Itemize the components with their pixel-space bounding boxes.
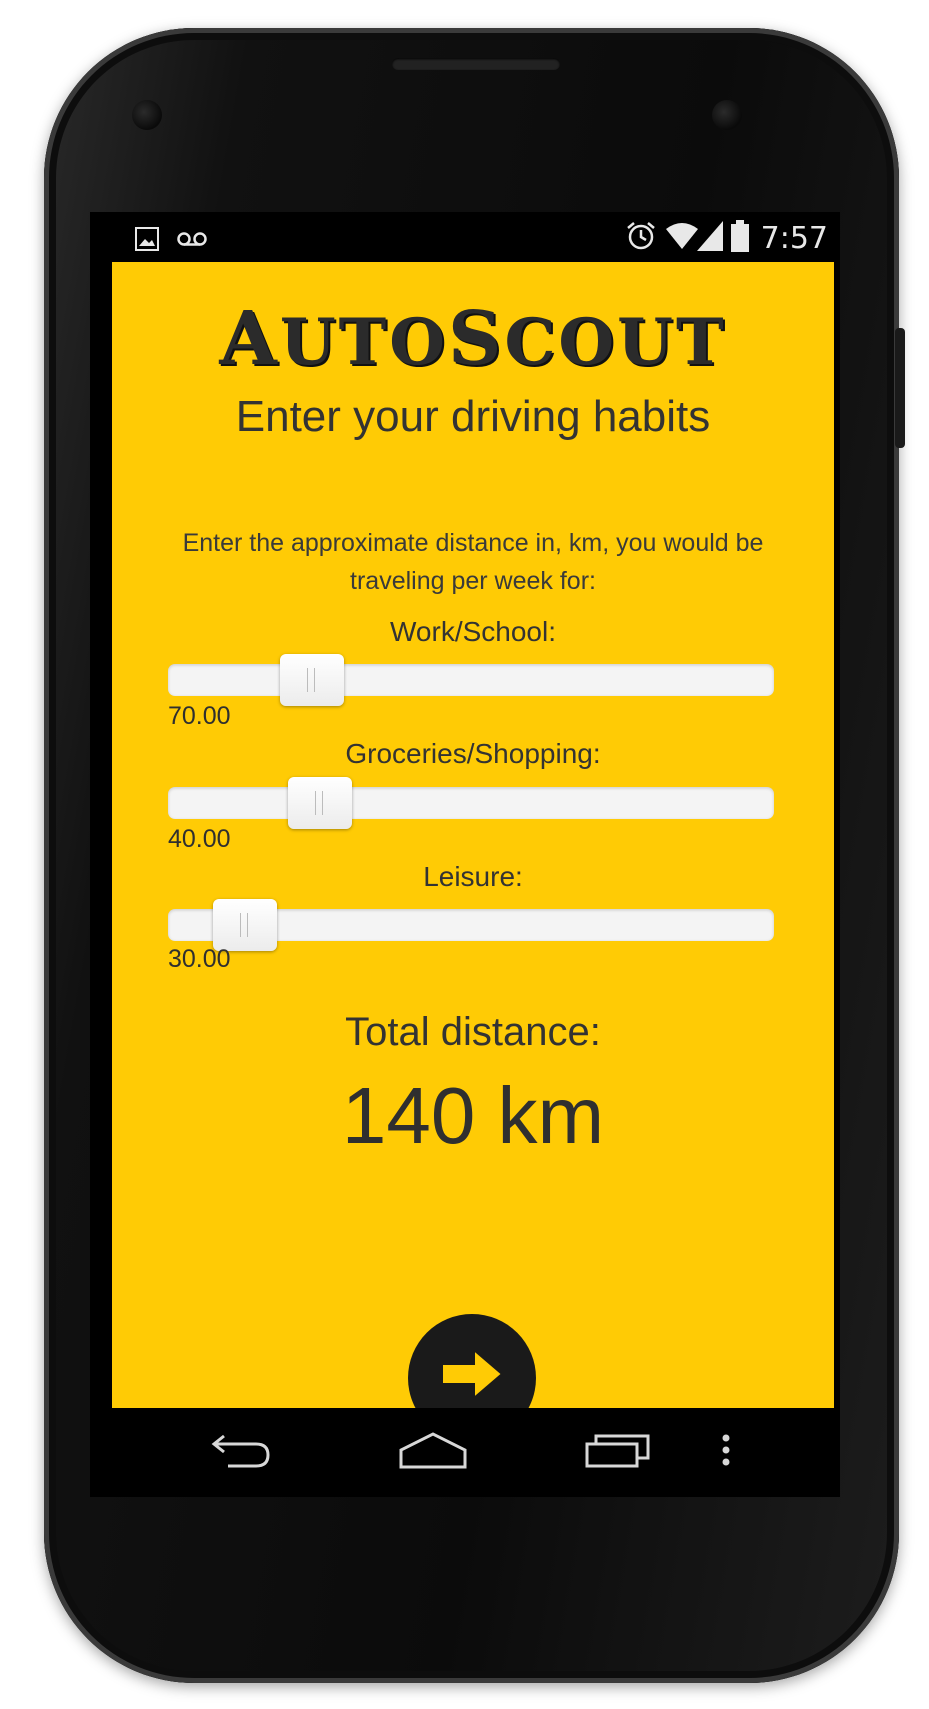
grip-icon: [306, 668, 315, 692]
groceries-shopping-slider[interactable]: [168, 777, 774, 829]
leisure-slider-thumb[interactable]: [212, 899, 277, 951]
groceries-shopping-value: 40.00: [168, 825, 231, 853]
light-sensor: [712, 100, 742, 130]
total-distance-label: Total distance:: [345, 1010, 601, 1054]
home-icon: [399, 1432, 467, 1469]
page-title: Enter your driving habits: [235, 392, 711, 441]
work-school-slider-thumb[interactable]: [279, 654, 344, 706]
battery-icon: [730, 220, 749, 257]
grip-icon: [239, 913, 248, 937]
next-button[interactable]: [408, 1314, 536, 1408]
front-camera: [132, 100, 162, 130]
work-school-slider[interactable]: [168, 654, 774, 706]
work-school-value: 70.00: [168, 702, 231, 730]
app-screen: AUTOSCOUT Enter your driving habits Ente…: [112, 262, 834, 1408]
wifi-icon: [665, 221, 699, 256]
back-icon: [211, 1434, 270, 1468]
volume-button: [895, 328, 905, 448]
grip-icon: [314, 791, 323, 815]
phone-screen: 7:57 AUTOSCOUT Enter your driving habits…: [90, 212, 840, 1497]
signal-icon: [696, 221, 723, 256]
slider-label-groceries-shopping: Groceries/Shopping:: [345, 738, 601, 769]
slider-label-leisure: Leisure:: [423, 861, 523, 892]
leisure-slider[interactable]: [168, 899, 774, 951]
recent-apps-icon: [585, 1434, 650, 1468]
groceries-shopping-slider-thumb[interactable]: [287, 777, 352, 829]
alarm-icon: [625, 220, 657, 257]
earpiece-speaker: [392, 58, 560, 70]
menu-overflow-button[interactable]: [720, 1430, 732, 1475]
leisure-value: 30.00: [168, 945, 231, 973]
status-bar: 7:57: [90, 212, 840, 262]
app-logo: AUTOSCOUT: [219, 296, 727, 382]
slider-label-work-school: Work/School:: [390, 616, 556, 647]
total-distance-value: 140 km: [341, 1071, 605, 1160]
image-icon: [135, 227, 159, 256]
arrow-right-icon: [441, 1348, 504, 1400]
menu-overflow-icon: [722, 1434, 730, 1466]
recent-apps-button[interactable]: [584, 1430, 652, 1475]
instructions-text: Enter the approximate distance in, km, y…: [182, 529, 764, 595]
navigation-bar: [90, 1408, 840, 1497]
voicemail-icon: [177, 231, 207, 252]
home-button[interactable]: [398, 1430, 468, 1475]
back-button[interactable]: [210, 1430, 274, 1475]
status-time: 7:57: [760, 221, 828, 256]
